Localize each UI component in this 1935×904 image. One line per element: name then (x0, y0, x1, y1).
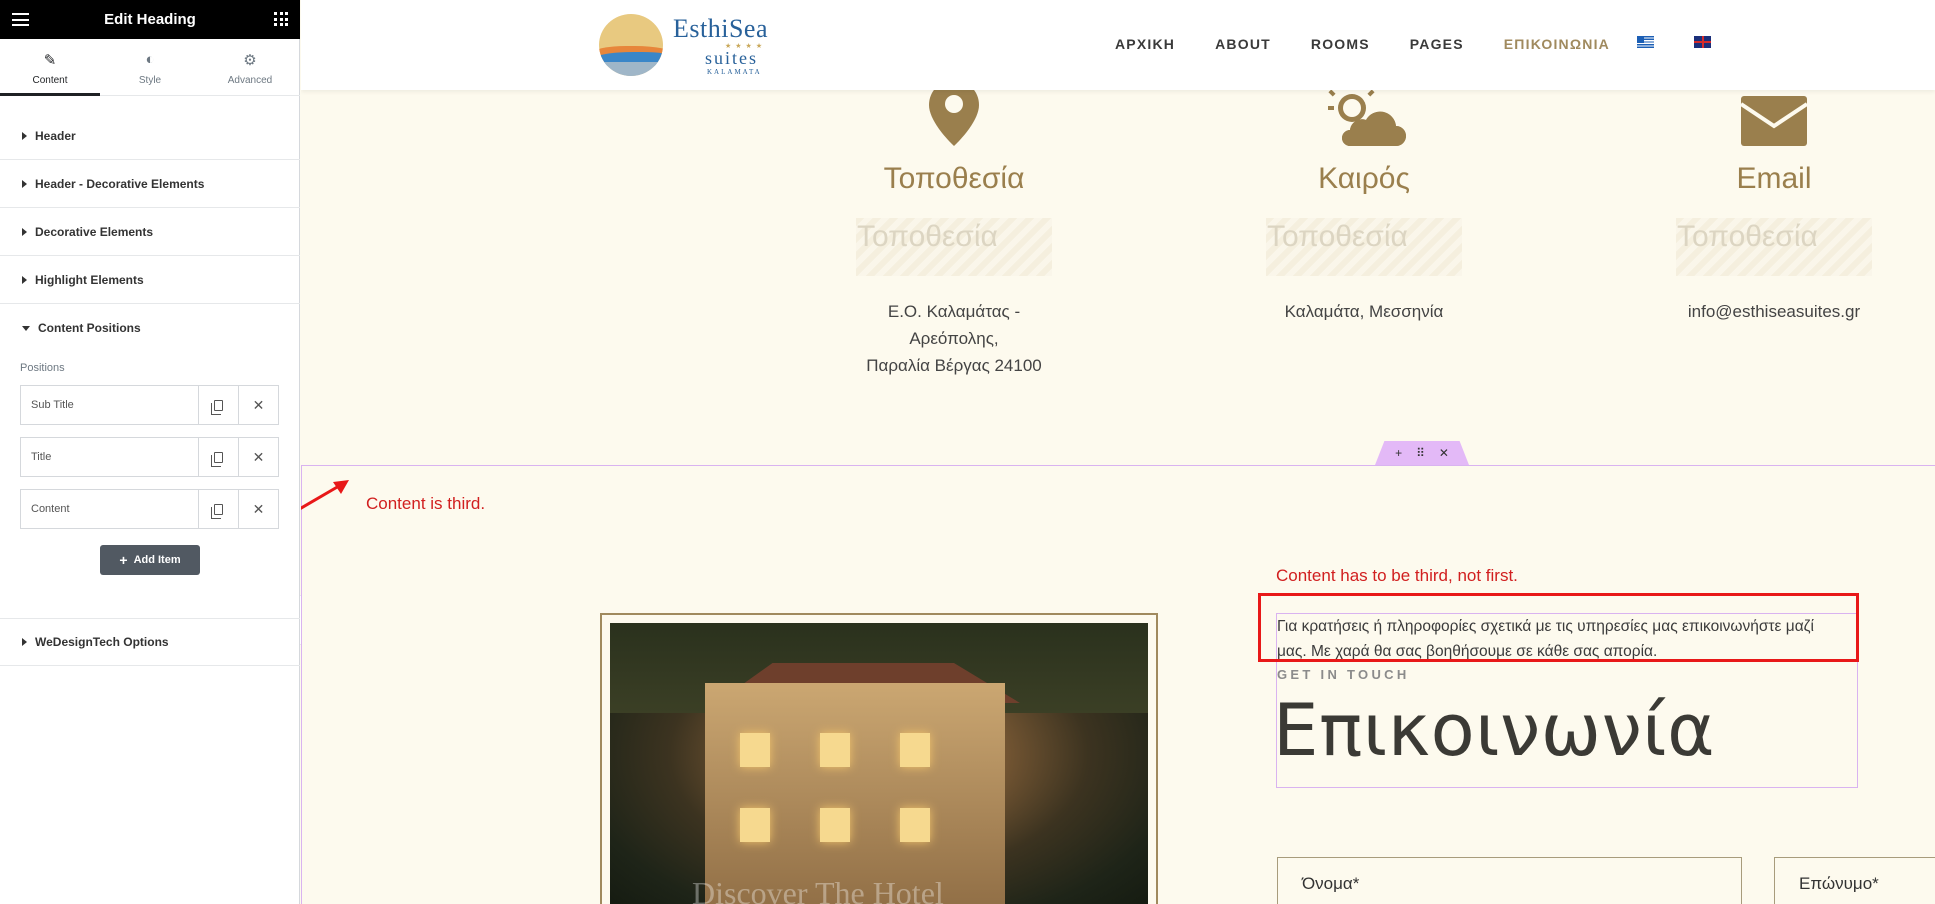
annotation-arrow (301, 480, 349, 510)
drag-handle-icon[interactable]: ⠿ (1416, 446, 1425, 460)
section-label: Content Positions (38, 321, 141, 335)
info-column-email: Email Τοποθεσία info@esthiseasuites.gr (1624, 60, 1924, 325)
nav-item-rooms[interactable]: ROOMS (1311, 36, 1370, 52)
gear-icon: ⚙ (243, 52, 257, 69)
info-title: Email (1736, 162, 1812, 195)
panel-tabs: ✎ Content ◐ Style ⚙ Advanced (0, 39, 300, 96)
logo-suites: suites (705, 48, 759, 68)
copy-icon (211, 503, 223, 519)
duplicate-button[interactable] (198, 490, 238, 528)
tab-advanced[interactable]: ⚙ Advanced (200, 39, 300, 95)
repeater-item-label: Title (31, 451, 52, 463)
logo-location: KALAMATA (707, 68, 762, 76)
info-column-location: Τοποθεσία Τοποθεσία Ε.Ο. Καλαμάτας - Αρε… (804, 60, 1104, 379)
logo-emblem (599, 14, 663, 76)
close-icon: ✕ (252, 500, 265, 517)
main-nav: ΑΡΧΙΚΗ ABOUT ROOMS PAGES ΕΠΙΚΟΙΝΩΝΙΑ (1115, 36, 1650, 52)
repeater-item-label: Sub Title (31, 399, 74, 411)
caret-right-icon (22, 638, 27, 646)
section-header-decorative-elements[interactable]: Header - Decorative Elements (0, 160, 300, 208)
section-handle[interactable]: + ⠿ ✕ (1375, 441, 1469, 465)
copy-icon (211, 451, 223, 467)
add-item-label: Add Item (133, 554, 181, 566)
section-boundary (301, 465, 1935, 466)
nav-item-home[interactable]: ΑΡΧΙΚΗ (1115, 36, 1175, 52)
nav-item-about[interactable]: ABOUT (1215, 36, 1271, 52)
caret-down-icon (22, 325, 30, 331)
annotation-left: Content is third. (366, 494, 486, 513)
positions-label: Positions (20, 362, 65, 374)
section-highlight-elements[interactable]: Highlight Elements (0, 256, 300, 304)
first-name-field[interactable]: Όνομα* (1277, 857, 1742, 904)
caret-right-icon (22, 179, 27, 188)
hotel-image-frame: Discover The Hotel (600, 613, 1158, 904)
add-item-button[interactable]: + Add Item (100, 545, 200, 575)
nav-item-pages[interactable]: PAGES (1410, 36, 1464, 52)
section-wedesigntech-options[interactable]: WeDesignTech Options (0, 618, 300, 666)
annotation-right: Content has to be third, not first. (1276, 566, 1518, 585)
tab-label: Content (32, 75, 68, 86)
section-label: Header - Decorative Elements (35, 176, 205, 191)
heading-subtitle: GET IN TOUCH (1277, 667, 1410, 682)
close-icon: ✕ (252, 448, 265, 465)
copy-icon (211, 399, 223, 415)
nav-item-contact[interactable]: ΕΠΙΚΟΙΝΩΝΙΑ (1504, 36, 1610, 52)
section-label: Highlight Elements (35, 272, 144, 287)
repeater-item-content[interactable]: Content ✕ (20, 489, 279, 529)
tab-style[interactable]: ◐ Style (100, 39, 200, 95)
tab-label: Advanced (227, 75, 273, 86)
info-title: Τοποθεσία (883, 162, 1025, 195)
section-decorative-elements[interactable]: Decorative Elements (0, 208, 300, 256)
greek-flag-icon[interactable] (1637, 36, 1654, 48)
hotel-photo: Discover The Hotel (610, 623, 1148, 904)
plus-icon: + (119, 552, 128, 568)
heading-title: Επικοινωνία (1273, 688, 1716, 772)
info-text: Καλαμάτα, Μεσσηνία (1284, 302, 1444, 321)
annotation-highlight-box (1258, 593, 1859, 662)
tab-content[interactable]: ✎ Content (0, 39, 100, 96)
tab-label: Style (138, 75, 162, 86)
section-label: WeDesignTech Options (35, 635, 169, 649)
placeholder-heading: Τοποθεσία (856, 218, 1052, 276)
delete-section-icon[interactable]: ✕ (1439, 446, 1449, 460)
placeholder-heading: Τοποθεσία (1266, 218, 1462, 276)
panel-title: Edit Heading (104, 11, 196, 28)
image-caption: Discover The Hotel (692, 875, 944, 904)
duplicate-button[interactable] (198, 438, 238, 476)
add-section-icon[interactable]: + (1395, 446, 1402, 460)
repeater-item-title[interactable]: Title ✕ (20, 437, 279, 477)
placeholder-heading: Τοποθεσία (1676, 218, 1872, 276)
remove-button[interactable]: ✕ (238, 386, 278, 424)
section-content-positions[interactable]: Content Positions (0, 304, 300, 352)
site-preview: EsthiSea ★★★★ suites KALAMATA ΑΡΧΙΚΗ ABO… (301, 0, 1935, 904)
section-header[interactable]: Header (0, 112, 300, 160)
site-header: EsthiSea ★★★★ suites KALAMATA ΑΡΧΙΚΗ ABO… (301, 0, 1935, 90)
widgets-grid-icon[interactable] (274, 12, 288, 26)
site-logo[interactable]: EsthiSea ★★★★ suites KALAMATA (599, 12, 799, 78)
editor-panel: Edit Heading ✎ Content ◐ Style ⚙ Advance… (0, 0, 300, 904)
caret-right-icon (22, 275, 27, 284)
half-circle-icon: ◐ (145, 51, 155, 68)
section-label: Header (35, 128, 76, 143)
section-boundary-left (301, 465, 302, 904)
repeater-item-sub-title[interactable]: Sub Title ✕ (20, 385, 279, 425)
uk-flag-icon[interactable] (1694, 36, 1711, 48)
info-column-weather: Καιρός Τοποθεσία Καλαμάτα, Μεσσηνία (1214, 60, 1514, 325)
info-title: Καιρός (1318, 162, 1410, 195)
close-icon: ✕ (252, 396, 265, 413)
duplicate-button[interactable] (198, 386, 238, 424)
last-name-field[interactable]: Επώνυμο* (1774, 857, 1935, 904)
remove-button[interactable]: ✕ (238, 490, 278, 528)
caret-right-icon (22, 131, 27, 140)
logo-brand: EsthiSea (673, 14, 768, 43)
caret-right-icon (22, 227, 27, 236)
remove-button[interactable]: ✕ (238, 438, 278, 476)
repeater-item-label: Content (31, 503, 70, 515)
info-text: Ε.Ο. Καλαμάτας - Αρεόπολης, Παραλία Βέργ… (866, 302, 1042, 375)
pencil-icon: ✎ (43, 52, 57, 69)
info-email-link[interactable]: info@esthiseasuites.gr (1624, 298, 1924, 325)
section-label: Decorative Elements (35, 224, 154, 239)
panel-header: Edit Heading (0, 0, 300, 39)
